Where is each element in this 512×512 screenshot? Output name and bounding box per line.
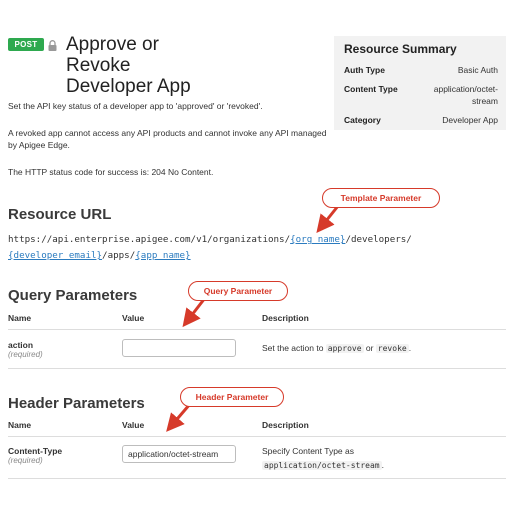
query-parameter-callout: Query Parameter xyxy=(188,281,288,301)
header-parameter-callout: Header Parameter xyxy=(180,387,284,407)
template-parameter-callout: Template Parameter xyxy=(322,188,440,208)
arrow-icon xyxy=(316,205,340,234)
annotation-arrows xyxy=(166,205,340,432)
arrow-icon xyxy=(166,403,192,432)
arrow-icon xyxy=(182,297,207,328)
